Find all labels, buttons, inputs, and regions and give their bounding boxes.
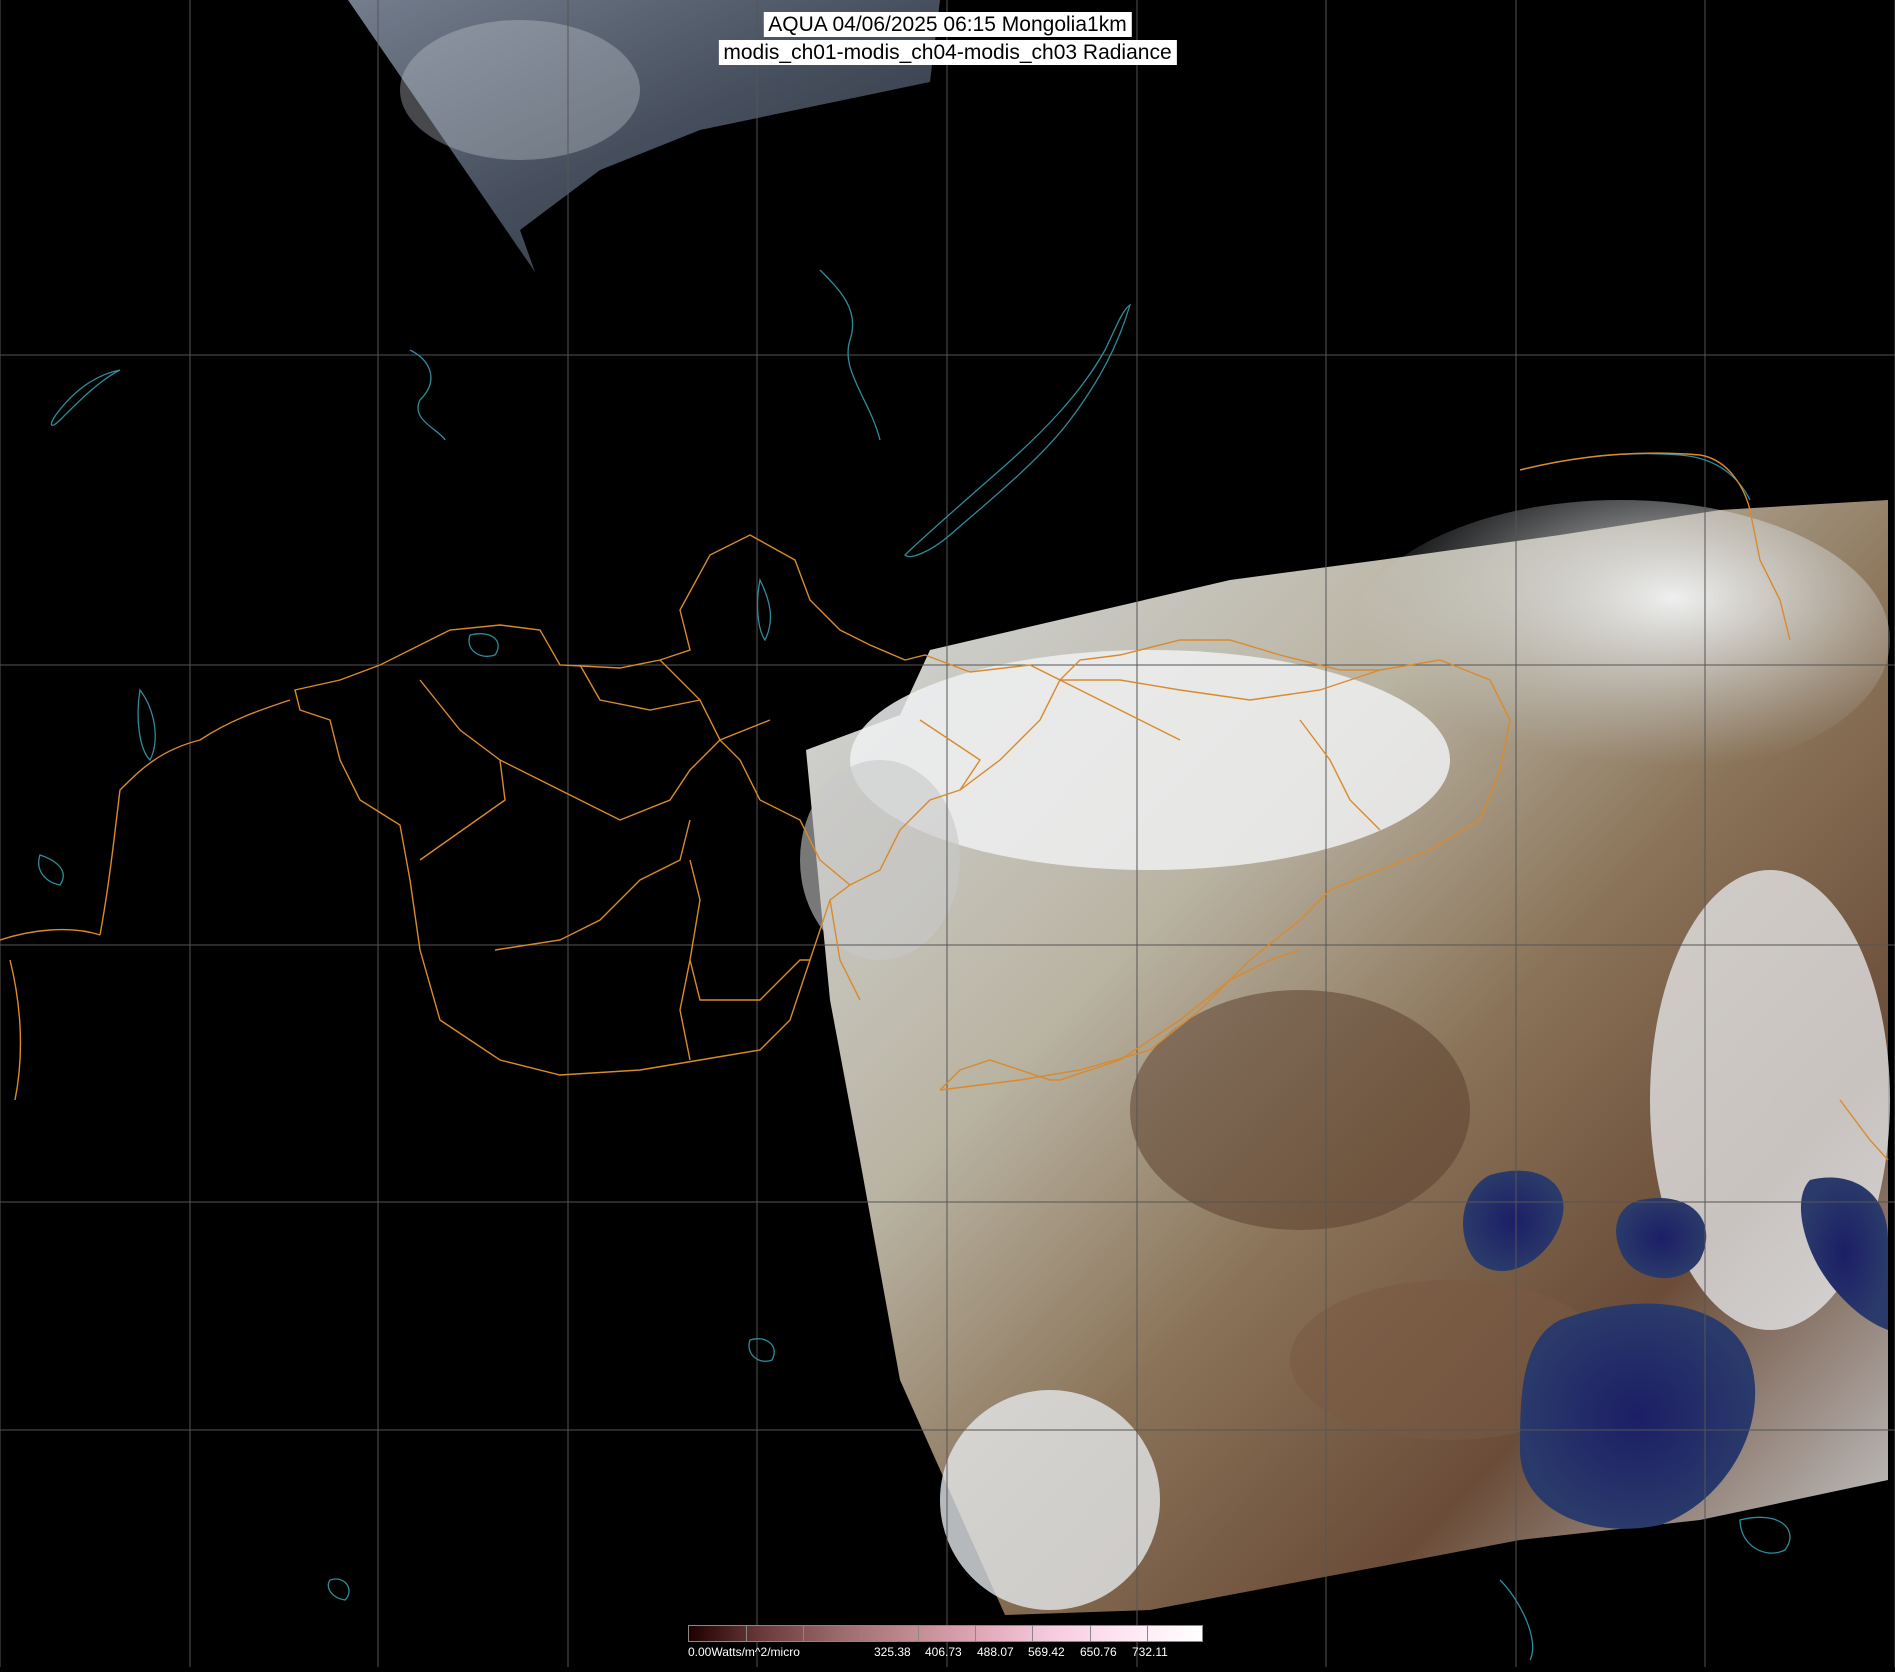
colorbar-legend: 0.00Watts/m^2/micro 325.38 406.73 488.07… [688,1625,1203,1665]
colorbar-label: 0.00Watts/m^2/micro [688,1645,800,1659]
aimag-border-5 [494,819,691,951]
colorbar-divider [917,1626,919,1641]
west-border-3 [99,699,291,936]
west-border [9,959,22,1101]
aimag-border-1 [419,679,506,861]
colorbar-label: 488.07 [977,1645,1014,1659]
lake-outline-uvs [468,633,499,657]
colorbar-ramp [688,1625,1203,1642]
colorbar-divider [1146,1626,1148,1641]
colorbar-divider [746,1626,748,1641]
map-title-line-1: AQUA 04/06/2025 06:15 Mongolia1km [763,12,1132,37]
coast-outline-se [1739,1516,1791,1554]
colorbar-labels: 0.00Watts/m^2/micro 325.38 406.73 488.07… [688,1645,1203,1661]
colorbar-divider [1032,1626,1034,1641]
colorbar-divider [1089,1626,1091,1641]
cloud-field-northeast [1350,500,1890,780]
lake-outline-khovsgol [756,578,772,642]
cloud-field-southwest [940,1390,1160,1610]
colorbar-divider [803,1626,805,1641]
lake-baikal-outline [904,303,1132,558]
river-outline-2 [409,349,446,441]
colorbar-label: 325.38 [874,1645,911,1659]
lake-outline-sw1 [137,688,156,762]
cloud-mass-north [400,20,640,160]
lake-outline-sw2 [38,854,64,886]
aimag-border-6 [689,859,810,1001]
colorbar-label: 569.42 [1028,1645,1065,1659]
lake-outline-south1 [327,1578,350,1601]
aimag-border-7 [679,959,691,1061]
colorbar-divider [975,1626,977,1641]
satellite-map [0,0,1895,1667]
colorbar-label: 732.11 [1132,1645,1168,1659]
colorbar-label: 650.76 [1080,1645,1117,1659]
colorbar-label: 406.73 [925,1645,962,1659]
aimag-border-2 [499,719,771,821]
colorbar-divider [860,1626,862,1641]
lake-outline-mid [748,1338,775,1362]
cloud-haze-west [800,760,960,960]
map-canvas: AQUA 04/06/2025 06:15 Mongolia1km modis_… [0,0,1895,1667]
aimag-border-4 [579,664,701,711]
map-title-line-2: modis_ch01-modis_ch04-modis_ch03 Radianc… [718,40,1177,65]
west-border-2 [0,928,101,941]
lake-outline-west [50,369,121,426]
